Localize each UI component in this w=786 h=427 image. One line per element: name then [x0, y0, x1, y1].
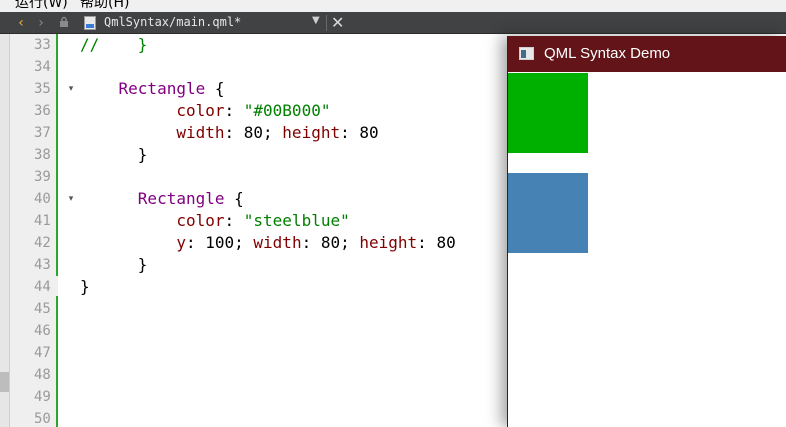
line-number: 49	[34, 389, 51, 405]
line-number: 39	[34, 169, 51, 185]
code-token: :	[224, 101, 244, 120]
lock-icon[interactable]	[58, 16, 70, 28]
code-token: height	[359, 233, 418, 252]
line-number-gutter: 33 34 35 ▾ 36 37 38 39 40 ▾ 41 42 43 44 45 46 47 48 49 50	[10, 34, 73, 427]
code-token: }	[80, 277, 90, 296]
line-number: 36	[34, 103, 51, 119]
document-title[interactable]: QmlSyntax/main.qml*	[104, 15, 241, 29]
code-token: : 80;	[301, 233, 360, 252]
line-number: 44	[34, 279, 51, 295]
fold-toggle-icon[interactable]: ▾	[65, 83, 77, 95]
code-token: {	[224, 189, 244, 208]
code-token: :	[224, 211, 244, 230]
line-number: 33	[34, 37, 51, 53]
line-number: 38	[34, 147, 51, 163]
steelblue-rectangle	[508, 173, 588, 253]
code-line: }	[80, 254, 148, 276]
code-token: }	[80, 145, 148, 164]
code-token: // }	[80, 35, 148, 54]
menu-bar: 运行(W) 帮助(H)	[0, 0, 786, 12]
editor-toolbar: ‹ › QmlSyntax/main.qml* ▼ ✕	[0, 12, 786, 34]
green-rectangle	[508, 73, 588, 153]
code-line: color: "#00B000"	[80, 100, 330, 122]
code-line: width: 80; height: 80	[80, 122, 379, 144]
code-token: Rectangle	[118, 79, 206, 98]
line-number: 35	[34, 81, 51, 97]
line-number: 42	[34, 235, 51, 251]
line-number: 45	[34, 301, 51, 317]
code-token: color	[176, 211, 225, 230]
qml-file-icon	[84, 16, 96, 30]
demo-content	[508, 72, 786, 427]
code-token: : 80;	[224, 123, 283, 142]
change-marker-bar	[56, 34, 58, 276]
menu-item-help[interactable]: 帮助(H)	[80, 0, 129, 12]
code-line: }	[80, 276, 90, 298]
demo-titlebar[interactable]: QML Syntax Demo	[508, 36, 786, 72]
code-token: height	[282, 123, 341, 142]
code-editor[interactable]: // } Rectangle { color: "#00B000" width:…	[80, 34, 506, 427]
chevron-right-icon[interactable]: ›	[33, 15, 49, 31]
code-token: y	[176, 233, 186, 252]
code-token: }	[80, 255, 148, 274]
code-line: Rectangle {	[80, 78, 225, 100]
triangle-down-icon[interactable]: ▼	[312, 15, 320, 26]
code-token: "steelblue"	[243, 211, 350, 230]
code-line: Rectangle {	[80, 188, 244, 210]
line-number: 47	[34, 345, 51, 361]
chevron-left-icon[interactable]: ‹	[13, 15, 29, 31]
code-line: }	[80, 144, 148, 166]
menu-item-run[interactable]: 运行(W)	[15, 0, 68, 12]
line-number: 43	[34, 257, 51, 273]
code-token: : 80	[417, 233, 456, 252]
line-number: 48	[34, 367, 51, 383]
code-token: Rectangle	[137, 189, 225, 208]
code-token: : 80	[340, 123, 379, 142]
code-line: y: 100; width: 80; height: 80	[80, 232, 456, 254]
line-number: 41	[34, 213, 51, 229]
code-token: width	[176, 123, 225, 142]
code-token: width	[253, 233, 302, 252]
code-token: {	[205, 79, 225, 98]
close-icon[interactable]: ✕	[331, 13, 344, 32]
code-token: "#00B000"	[243, 101, 331, 120]
line-number: 46	[34, 323, 51, 339]
left-pane-edge	[0, 34, 10, 427]
change-marker-bar-lower	[56, 296, 58, 427]
demo-window-title: QML Syntax Demo	[544, 45, 671, 62]
line-number: 34	[34, 59, 51, 75]
line-number: 40	[34, 191, 51, 207]
line-number: 37	[34, 125, 51, 141]
code-token: color	[176, 101, 225, 120]
toolbar-separator	[326, 15, 327, 31]
code-token: : 100;	[185, 233, 254, 252]
scrollbar-thumb[interactable]	[0, 372, 9, 392]
demo-window: QML Syntax Demo	[507, 36, 786, 427]
app-window-icon	[519, 47, 534, 60]
line-number: 50	[34, 411, 51, 427]
code-line: // }	[80, 34, 147, 56]
fold-toggle-icon[interactable]: ▾	[65, 193, 77, 205]
code-line: color: "steelblue"	[80, 210, 350, 232]
